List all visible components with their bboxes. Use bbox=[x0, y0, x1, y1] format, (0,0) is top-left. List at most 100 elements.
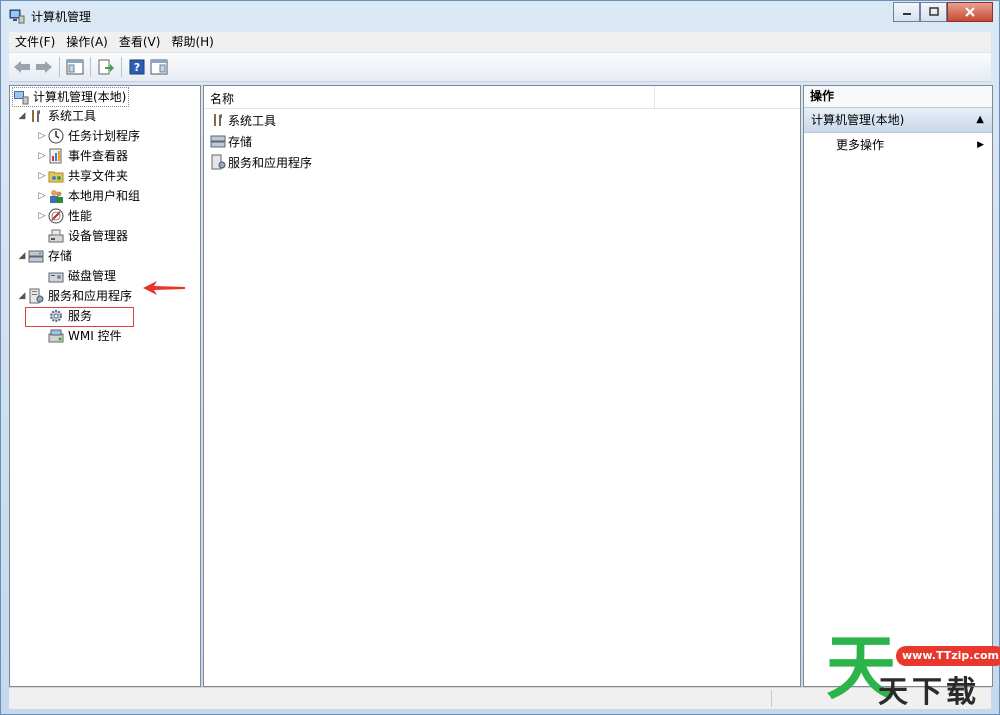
tree-label: 任务计划程序 bbox=[68, 129, 141, 143]
tree-label: 共享文件夹 bbox=[68, 169, 129, 183]
list-item-label: 存储 bbox=[228, 134, 253, 149]
action-pane-icon bbox=[150, 59, 168, 75]
back-arrow-icon bbox=[14, 61, 30, 73]
window-controls bbox=[893, 2, 993, 22]
forward-arrow-icon bbox=[36, 61, 52, 73]
tree-item-performance[interactable]: ▷ 性能 bbox=[36, 207, 92, 225]
maximize-icon bbox=[928, 7, 939, 16]
more-actions-label: 更多操作 bbox=[836, 138, 885, 152]
tree-item-disk-management[interactable]: 磁盘管理 bbox=[48, 267, 116, 285]
tree-item-local-users[interactable]: ▷ 本地用户和组 bbox=[36, 187, 140, 205]
watermark-brand: 天下载 bbox=[878, 675, 980, 710]
toolbar-separator bbox=[121, 57, 122, 77]
storage-icon bbox=[210, 135, 226, 148]
close-icon bbox=[965, 7, 975, 17]
collapse-arrow-icon[interactable]: ◢ bbox=[16, 107, 28, 125]
ttzip-watermark: 天 www.TTzip.com 天下载 bbox=[826, 628, 1000, 712]
list-item-label: 服务和应用程序 bbox=[228, 155, 313, 170]
computer-management-window: 计算机管理 文件(F) 操作(A) 查看(V) 帮助(H) ? 计算机管理(本地… bbox=[0, 0, 1000, 715]
tree-item-wmi-control[interactable]: WMI 控件 bbox=[48, 327, 122, 345]
disk-icon bbox=[48, 272, 64, 283]
list-item[interactable]: 存储 bbox=[210, 132, 252, 150]
actions-group-computer-management[interactable]: 计算机管理(本地) ▲ bbox=[804, 108, 992, 133]
tree-item-event-viewer[interactable]: ▷ 事件查看器 bbox=[36, 147, 128, 165]
results-pane: 名称 系统工具 存储 服务和应用程序 bbox=[203, 85, 801, 687]
maximize-button[interactable] bbox=[920, 2, 947, 22]
tree-label: 存储 bbox=[48, 249, 73, 263]
computer-management-icon bbox=[14, 91, 29, 105]
device-manager-icon bbox=[48, 229, 64, 243]
computer-management-icon bbox=[9, 9, 25, 24]
tools-icon bbox=[214, 114, 222, 126]
more-actions-item[interactable]: 更多操作 ▶ bbox=[804, 133, 992, 157]
menu-file[interactable]: 文件(F) bbox=[9, 33, 60, 51]
tree-label: WMI 控件 bbox=[68, 329, 122, 343]
expand-arrow-icon[interactable]: ▷ bbox=[36, 207, 48, 225]
minimize-button[interactable] bbox=[893, 2, 920, 22]
shared-folder-icon bbox=[48, 171, 64, 183]
clock-icon bbox=[48, 128, 64, 144]
expand-arrow-icon[interactable]: ▷ bbox=[36, 167, 48, 185]
red-arrow-annotation bbox=[143, 281, 185, 295]
column-header-name[interactable]: 名称 bbox=[210, 90, 234, 107]
tree-item-device-manager[interactable]: 设备管理器 bbox=[48, 227, 128, 245]
help-button[interactable]: ? bbox=[126, 56, 148, 78]
collapse-caret-icon[interactable]: ▲ bbox=[976, 108, 984, 132]
tree-label: 磁盘管理 bbox=[68, 269, 117, 283]
tree-item-services-and-applications[interactable]: ◢ 服务和应用程序 bbox=[16, 287, 132, 305]
tree-label: 服务和应用程序 bbox=[48, 289, 133, 303]
event-viewer-icon bbox=[49, 148, 62, 164]
toolbar-separator bbox=[90, 57, 91, 77]
tree-label: 本地用户和组 bbox=[68, 189, 141, 203]
users-icon bbox=[50, 190, 63, 203]
window-title: 计算机管理 bbox=[31, 10, 92, 24]
help-icon: ? bbox=[129, 59, 145, 75]
services-applications-icon bbox=[29, 288, 44, 304]
tree-item-task-scheduler[interactable]: ▷ 任务计划程序 bbox=[36, 127, 140, 145]
storage-icon bbox=[28, 250, 44, 263]
menu-action[interactable]: 操作(A) bbox=[60, 33, 113, 51]
toolbar: ? bbox=[9, 53, 991, 82]
tree-label: 设备管理器 bbox=[68, 229, 129, 243]
toolbar-separator bbox=[59, 57, 60, 77]
highlight-box bbox=[25, 307, 134, 327]
export-list-button[interactable] bbox=[95, 56, 117, 78]
forward-button[interactable] bbox=[33, 56, 55, 78]
collapse-arrow-icon[interactable]: ◢ bbox=[16, 287, 28, 305]
column-divider[interactable] bbox=[654, 86, 655, 108]
show-hide-console-tree-button[interactable] bbox=[64, 56, 86, 78]
close-button[interactable] bbox=[947, 2, 993, 22]
status-segment bbox=[771, 690, 772, 707]
services-applications-icon bbox=[211, 154, 226, 170]
wmi-icon bbox=[48, 329, 64, 343]
show-hide-action-pane-button[interactable] bbox=[148, 56, 170, 78]
tree-item-root[interactable]: 计算机管理(本地) bbox=[12, 87, 130, 107]
tree-item-shared-folders[interactable]: ▷ 共享文件夹 bbox=[36, 167, 128, 185]
tree-label: 系统工具 bbox=[48, 109, 97, 123]
tree-item-storage[interactable]: ◢ 存储 bbox=[16, 247, 72, 265]
watermark-url: www.TTzip.com bbox=[896, 646, 1000, 666]
expand-arrow-icon[interactable]: ▷ bbox=[36, 147, 48, 165]
tree-item-system-tools[interactable]: ◢ 系统工具 bbox=[16, 107, 96, 125]
actions-pane: 操作 计算机管理(本地) ▲ 更多操作 ▶ bbox=[803, 85, 993, 687]
console-tree-pane: 计算机管理(本地) ◢ 系统工具 ▷ 任务计划程序 ▷ 事件查看器 ▷ 共享文件… bbox=[9, 85, 201, 687]
list-item[interactable]: 服务和应用程序 bbox=[210, 153, 312, 171]
actions-header: 操作 bbox=[804, 86, 992, 108]
list-item-label: 系统工具 bbox=[228, 113, 277, 128]
list-item[interactable]: 系统工具 bbox=[210, 111, 276, 129]
menu-help[interactable]: 帮助(H) bbox=[165, 33, 218, 51]
svg-text:?: ? bbox=[134, 61, 140, 74]
actions-group-label: 计算机管理(本地) bbox=[811, 113, 905, 127]
tools-icon bbox=[32, 110, 40, 122]
tree-label: 计算机管理(本地) bbox=[33, 90, 127, 104]
collapse-arrow-icon[interactable]: ◢ bbox=[16, 247, 28, 265]
expand-arrow-icon[interactable]: ▷ bbox=[36, 127, 48, 145]
console-tree-icon bbox=[66, 59, 84, 75]
title-bar[interactable]: 计算机管理 bbox=[1, 1, 999, 31]
menu-view[interactable]: 查看(V) bbox=[113, 33, 166, 51]
submenu-arrow-icon: ▶ bbox=[977, 140, 984, 150]
expand-arrow-icon[interactable]: ▷ bbox=[36, 187, 48, 205]
back-button[interactable] bbox=[11, 56, 33, 78]
menu-bar: 文件(F) 操作(A) 查看(V) 帮助(H) bbox=[9, 32, 991, 53]
column-header-row: 名称 bbox=[204, 86, 800, 109]
